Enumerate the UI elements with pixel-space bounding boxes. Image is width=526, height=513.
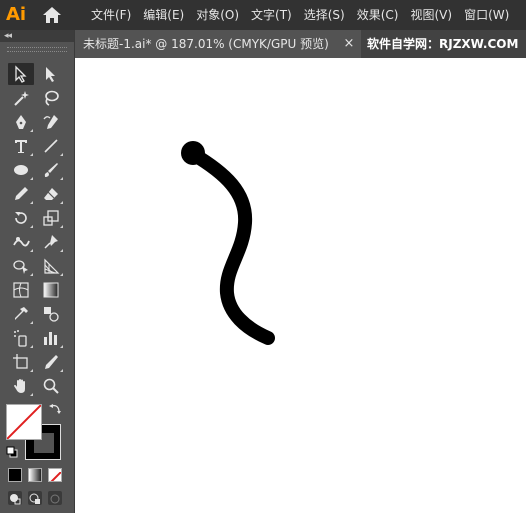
pencil-tool[interactable]	[8, 183, 34, 205]
magic-wand-tool[interactable]	[8, 87, 34, 109]
draw-behind-icon	[29, 493, 40, 504]
pen-tool[interactable]	[8, 111, 34, 133]
selection-arrow-icon	[15, 65, 27, 83]
none-mode-button[interactable]	[48, 468, 62, 482]
document-tab[interactable]: 未标题-1.ai* @ 187.01% (CMYK/GPU 预览)	[75, 30, 361, 58]
drawn-path[interactable]	[75, 58, 526, 513]
artboard-tool[interactable]	[8, 351, 34, 373]
magic-wand-icon	[14, 91, 29, 106]
collapse-icon[interactable]: ◂◂	[4, 31, 12, 41]
gradient-tool[interactable]	[38, 279, 64, 301]
rotate-icon	[15, 212, 27, 224]
direct-selection-tool[interactable]	[38, 63, 64, 85]
color-mode-button[interactable]	[8, 468, 22, 482]
none-slash-icon	[7, 405, 41, 439]
illustrator-logo: Ai	[6, 4, 27, 25]
panel-grip[interactable]	[7, 47, 67, 52]
shape-builder-icon	[13, 260, 28, 274]
draw-inside-button[interactable]	[48, 491, 62, 505]
draw-inside-icon	[50, 494, 60, 504]
tab-close-icon[interactable]: ×	[341, 30, 357, 58]
gradient-icon	[43, 282, 59, 298]
paintbrush-tool[interactable]	[38, 159, 64, 181]
symbol-sprayer-tool[interactable]	[8, 327, 34, 349]
column-graph-tool[interactable]	[38, 327, 64, 349]
bar-graph-icon	[44, 332, 57, 345]
ellipse-icon	[14, 165, 28, 175]
scale-icon	[43, 210, 59, 226]
document-tab-title: 未标题-1.ai* @ 187.01% (CMYK/GPU 预览)	[83, 37, 329, 51]
watermark-text: 软件自学网：RJZXW.COM	[367, 37, 519, 51]
menu-object[interactable]: 对象(O)	[191, 0, 244, 30]
none-slash-icon	[50, 471, 61, 481]
slice-tool[interactable]	[38, 351, 64, 373]
rotate-tool[interactable]	[8, 207, 34, 229]
ellipse-tool[interactable]	[8, 159, 34, 181]
eraser-icon	[44, 188, 58, 200]
menu-select[interactable]: 选择(S)	[299, 0, 350, 30]
pin-icon	[44, 235, 58, 249]
zoom-tool[interactable]	[38, 375, 64, 397]
draw-normal-icon	[10, 494, 21, 505]
magnifier-icon	[43, 378, 59, 394]
brush-icon	[44, 163, 58, 177]
blend-icon	[44, 307, 59, 322]
type-tool[interactable]	[8, 135, 34, 157]
puppet-warp-tool[interactable]	[38, 231, 64, 253]
artboard-icon	[13, 354, 28, 369]
line-segment-tool[interactable]	[38, 135, 64, 157]
menu-view[interactable]: 视图(V)	[405, 0, 457, 30]
mesh-icon	[13, 282, 29, 298]
blend-tool[interactable]	[38, 303, 64, 325]
scale-tool[interactable]	[38, 207, 64, 229]
eyedropper-tool[interactable]	[8, 303, 34, 325]
lasso-tool[interactable]	[38, 87, 64, 109]
draw-normal-button[interactable]	[8, 491, 22, 505]
line-icon	[44, 139, 58, 153]
spray-icon	[14, 330, 27, 347]
tools-panel: ◂◂	[0, 30, 75, 513]
type-icon	[15, 140, 27, 153]
selection-tool[interactable]	[8, 63, 34, 85]
artboard-canvas[interactable]	[75, 58, 526, 513]
width-icon	[13, 237, 30, 247]
eraser-tool[interactable]	[38, 183, 64, 205]
hand-tool[interactable]	[8, 375, 34, 397]
main-menu: 文件(F) 编辑(E) 对象(O) 文字(T) 选择(S) 效果(C) 视图(V…	[86, 0, 516, 30]
perspective-grid-tool[interactable]	[38, 255, 64, 277]
curvature-icon	[43, 115, 58, 129]
mesh-tool[interactable]	[8, 279, 34, 301]
lasso-icon	[45, 90, 59, 106]
shape-builder-tool[interactable]	[8, 255, 34, 277]
menu-edit[interactable]: 编辑(E)	[138, 0, 189, 30]
menu-bar: Ai 文件(F) 编辑(E) 对象(O) 文字(T) 选择(S) 效果(C) 视…	[0, 0, 526, 30]
fill-swatch-none[interactable]	[6, 404, 42, 440]
pencil-icon	[15, 187, 28, 200]
direct-selection-icon	[46, 67, 55, 82]
perspective-icon	[44, 258, 60, 274]
document-tab-bar: 未标题-1.ai* @ 187.01% (CMYK/GPU 预览) × 软件自学…	[75, 30, 526, 58]
width-tool[interactable]	[8, 231, 34, 253]
draw-behind-button[interactable]	[28, 491, 42, 505]
panel-collapse-bar[interactable]: ◂◂	[0, 30, 74, 42]
gradient-mode-button[interactable]	[28, 468, 42, 482]
default-fill-stroke-icon[interactable]	[6, 446, 18, 458]
knife-icon	[45, 355, 58, 369]
hand-icon	[14, 379, 25, 393]
pen-icon	[16, 115, 26, 129]
menu-window[interactable]: 窗口(W)	[459, 0, 514, 30]
home-icon[interactable]	[42, 6, 62, 24]
eyedropper-icon	[15, 307, 28, 320]
menu-type[interactable]: 文字(T)	[246, 0, 297, 30]
curvature-tool[interactable]	[38, 111, 64, 133]
menu-effect[interactable]: 效果(C)	[352, 0, 404, 30]
menu-file[interactable]: 文件(F)	[86, 0, 136, 30]
